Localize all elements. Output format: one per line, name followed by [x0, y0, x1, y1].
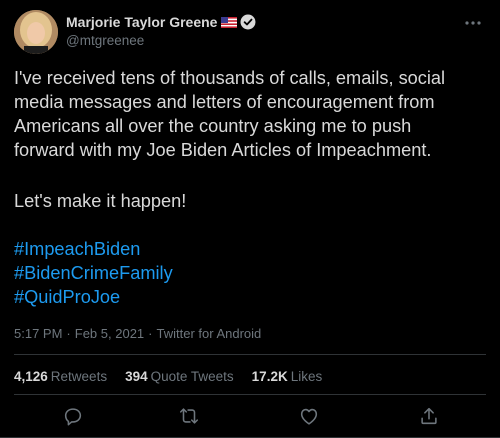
author-names: Marjorie Taylor Greene @mtgreenee	[66, 13, 256, 48]
share-icon[interactable]	[418, 405, 440, 427]
tweet-source[interactable]: Twitter for Android	[157, 326, 262, 341]
avatar[interactable]	[14, 10, 58, 54]
tweet-stats: 4,126 Retweets 394 Quote Tweets 17.2K Likes	[14, 369, 322, 384]
hashtag-link[interactable]: #ImpeachBiden	[14, 237, 173, 261]
quote-tweets-count: 394	[125, 369, 148, 384]
tweet-time[interactable]: 5:17 PM	[14, 326, 62, 341]
divider	[14, 354, 486, 355]
more-options-icon[interactable]	[462, 16, 484, 30]
divider	[14, 394, 486, 395]
retweets-stat[interactable]: 4,126 Retweets	[14, 369, 107, 384]
retweets-count: 4,126	[14, 369, 48, 384]
reply-icon[interactable]	[62, 405, 84, 427]
retweet-icon[interactable]	[178, 405, 200, 427]
quote-tweets-label: Quote Tweets	[150, 369, 234, 384]
like-icon[interactable]	[298, 405, 320, 427]
likes-stat[interactable]: 17.2K Likes	[252, 369, 323, 384]
meta-separator: ·	[148, 326, 153, 341]
hashtag-link[interactable]: #BidenCrimeFamily	[14, 261, 173, 285]
display-name-row: Marjorie Taylor Greene	[66, 13, 256, 31]
tweet-header: Marjorie Taylor Greene @mtgreenee	[14, 10, 486, 56]
likes-label: Likes	[290, 369, 323, 384]
tweet-card: Marjorie Taylor Greene @mtgreenee I've r…	[0, 0, 500, 438]
author-handle[interactable]: @mtgreenee	[66, 33, 256, 48]
tweet-text: I've received tens of thousands of calls…	[14, 68, 446, 160]
tweet-actions	[14, 403, 486, 431]
verified-badge-icon	[240, 14, 256, 30]
tweet-date[interactable]: Feb 5, 2021	[75, 326, 144, 341]
meta-separator: ·	[66, 326, 71, 341]
tweet-meta: 5:17 PM · Feb 5, 2021 · Twitter for Android	[14, 326, 261, 341]
display-name[interactable]: Marjorie Taylor Greene	[66, 14, 217, 30]
retweets-label: Retweets	[50, 369, 108, 384]
tweet-text-second-paragraph: Let's make it happen!	[14, 191, 187, 211]
quote-tweets-stat[interactable]: 394 Quote Tweets	[125, 369, 234, 384]
hashtag-list: #ImpeachBiden #BidenCrimeFamily #QuidPro…	[14, 237, 173, 309]
us-flag-icon	[221, 16, 238, 28]
hashtag-link[interactable]: #QuidProJoe	[14, 285, 173, 309]
likes-count: 17.2K	[251, 369, 288, 384]
